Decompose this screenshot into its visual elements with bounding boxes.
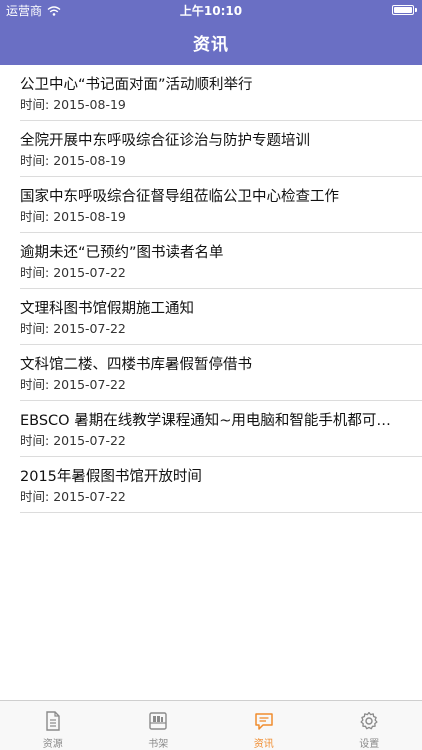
time-prefix: 时间: bbox=[20, 321, 50, 336]
page-title: 资讯 bbox=[193, 35, 229, 55]
tab-label: 资讯 bbox=[253, 739, 274, 750]
tab-resources[interactable]: 资源 bbox=[0, 701, 106, 750]
news-title: 逾期未还“已预约”图书读者名单 bbox=[20, 245, 224, 261]
tab-bar: 资源 书架 资讯 设置 bbox=[0, 700, 422, 750]
news-date: 2015-08-19 bbox=[53, 97, 126, 112]
news-date-row: 时间: 2015-08-19 bbox=[20, 153, 422, 169]
time-prefix: 时间: bbox=[20, 265, 50, 280]
news-item[interactable]: 逾期未还“已预约”图书读者名单 时间: 2015-07-22 bbox=[0, 233, 422, 289]
tab-label: 设置 bbox=[359, 739, 380, 750]
news-item[interactable]: 全院开展中东呼吸综合征诊治与防护专题培训 时间: 2015-08-19 bbox=[0, 121, 422, 177]
news-date: 2015-07-22 bbox=[53, 489, 126, 504]
news-title: EBSCO 暑期在线教学课程通知~用电脑和智能手机都可以... bbox=[20, 413, 400, 429]
news-date: 2015-07-22 bbox=[53, 377, 126, 392]
bookshelf-icon bbox=[149, 712, 167, 730]
tab-bookshelf[interactable]: 书架 bbox=[106, 701, 212, 750]
status-bar: 运营商 上午10:10 bbox=[0, 0, 422, 20]
news-date-row: 时间: 2015-07-22 bbox=[20, 321, 422, 337]
tab-news[interactable]: 资讯 bbox=[211, 701, 317, 750]
document-icon bbox=[46, 711, 60, 731]
news-title: 国家中东呼吸综合征督导组莅临公卫中心检查工作 bbox=[20, 189, 339, 205]
news-date-row: 时间: 2015-07-22 bbox=[20, 489, 422, 505]
news-item[interactable]: 公卫中心“书记面对面”活动顺利举行 时间: 2015-08-19 bbox=[0, 65, 422, 121]
news-item[interactable]: 国家中东呼吸综合征督导组莅临公卫中心检查工作 时间: 2015-08-19 bbox=[0, 177, 422, 233]
news-item[interactable]: 2015年暑假图书馆开放时间 时间: 2015-07-22 bbox=[0, 457, 422, 513]
time-prefix: 时间: bbox=[20, 209, 50, 224]
news-title: 2015年暑假图书馆开放时间 bbox=[20, 469, 202, 485]
news-date-row: 时间: 2015-07-22 bbox=[20, 377, 422, 393]
news-item[interactable]: EBSCO 暑期在线教学课程通知~用电脑和智能手机都可以... 时间: 2015-… bbox=[0, 401, 422, 457]
news-date-row: 时间: 2015-07-22 bbox=[20, 433, 422, 449]
news-date-row: 时间: 2015-07-22 bbox=[20, 265, 422, 281]
news-item[interactable]: 文理科图书馆假期施工通知 时间: 2015-07-22 bbox=[0, 289, 422, 345]
news-list: 公卫中心“书记面对面”活动顺利举行 时间: 2015-08-19 全院开展中东呼吸… bbox=[0, 65, 422, 513]
news-date: 2015-08-19 bbox=[53, 209, 126, 224]
news-date: 2015-08-19 bbox=[53, 153, 126, 168]
tab-label: 资源 bbox=[42, 739, 63, 750]
time-prefix: 时间: bbox=[20, 97, 50, 112]
news-title: 文科馆二楼、四楼书库暑假暂停借书 bbox=[20, 357, 252, 373]
time-prefix: 时间: bbox=[20, 377, 50, 392]
news-item[interactable]: 文科馆二楼、四楼书库暑假暂停借书 时间: 2015-07-22 bbox=[0, 345, 422, 401]
tab-settings[interactable]: 设置 bbox=[317, 701, 422, 750]
news-date: 2015-07-22 bbox=[53, 321, 126, 336]
nav-bar: 资讯 bbox=[0, 20, 422, 65]
news-title: 文理科图书馆假期施工通知 bbox=[20, 301, 194, 317]
time-prefix: 时间: bbox=[20, 153, 50, 168]
news-date: 2015-07-22 bbox=[53, 265, 126, 280]
status-time: 上午10:10 bbox=[179, 4, 243, 18]
news-date-row: 时间: 2015-08-19 bbox=[20, 209, 422, 225]
gear-icon bbox=[360, 711, 378, 730]
tab-label: 书架 bbox=[148, 739, 169, 750]
time-prefix: 时间: bbox=[20, 489, 50, 504]
time-prefix: 时间: bbox=[20, 433, 50, 448]
battery-icon bbox=[392, 5, 417, 15]
message-icon bbox=[255, 713, 273, 730]
news-title: 公卫中心“书记面对面”活动顺利举行 bbox=[20, 77, 253, 93]
news-date-row: 时间: 2015-08-19 bbox=[20, 97, 422, 113]
news-title: 全院开展中东呼吸综合征诊治与防护专题培训 bbox=[20, 133, 310, 149]
news-date: 2015-07-22 bbox=[53, 433, 126, 448]
